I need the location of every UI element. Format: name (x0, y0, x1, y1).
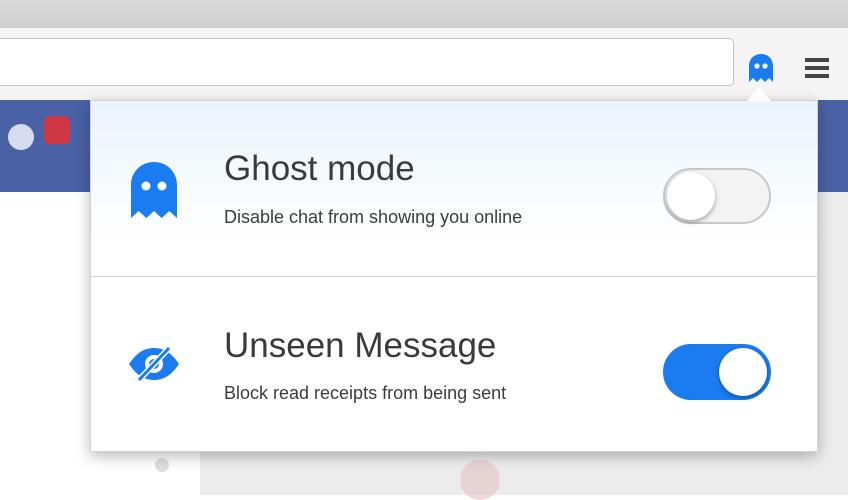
toggle-knob (719, 348, 767, 396)
popup-arrow (747, 87, 771, 101)
extension-popup: Ghost mode Disable chat from showing you… (90, 100, 818, 452)
hamburger-menu-icon (805, 58, 829, 78)
setting-description: Disable chat from showing you online (224, 207, 523, 227)
ghost-mode-toggle[interactable] (663, 168, 771, 224)
browser-menu-button[interactable] (800, 50, 834, 86)
setting-description: Block read receipts from being sent (224, 383, 507, 403)
background-notification-badge (44, 116, 70, 144)
eye-slash-icon (121, 331, 187, 397)
background-moon-icon (8, 124, 34, 150)
toggle-knob (667, 172, 715, 220)
ghost-icon (121, 157, 187, 223)
setting-title: Unseen Message (224, 326, 497, 365)
extension-ghost-button[interactable] (742, 50, 780, 86)
browser-toolbar (0, 28, 848, 101)
address-bar[interactable] (0, 38, 734, 86)
setting-row-ghost-mode: Ghost mode Disable chat from showing you… (91, 101, 817, 277)
setting-row-unseen-message: Unseen Message Block read receipts from … (91, 276, 817, 451)
background-avatar (460, 460, 500, 500)
setting-title: Ghost mode (224, 149, 415, 188)
background-dot (155, 458, 169, 472)
unseen-message-toggle[interactable] (663, 344, 771, 400)
window-title-strip (0, 0, 848, 28)
ghost-icon (749, 54, 773, 82)
